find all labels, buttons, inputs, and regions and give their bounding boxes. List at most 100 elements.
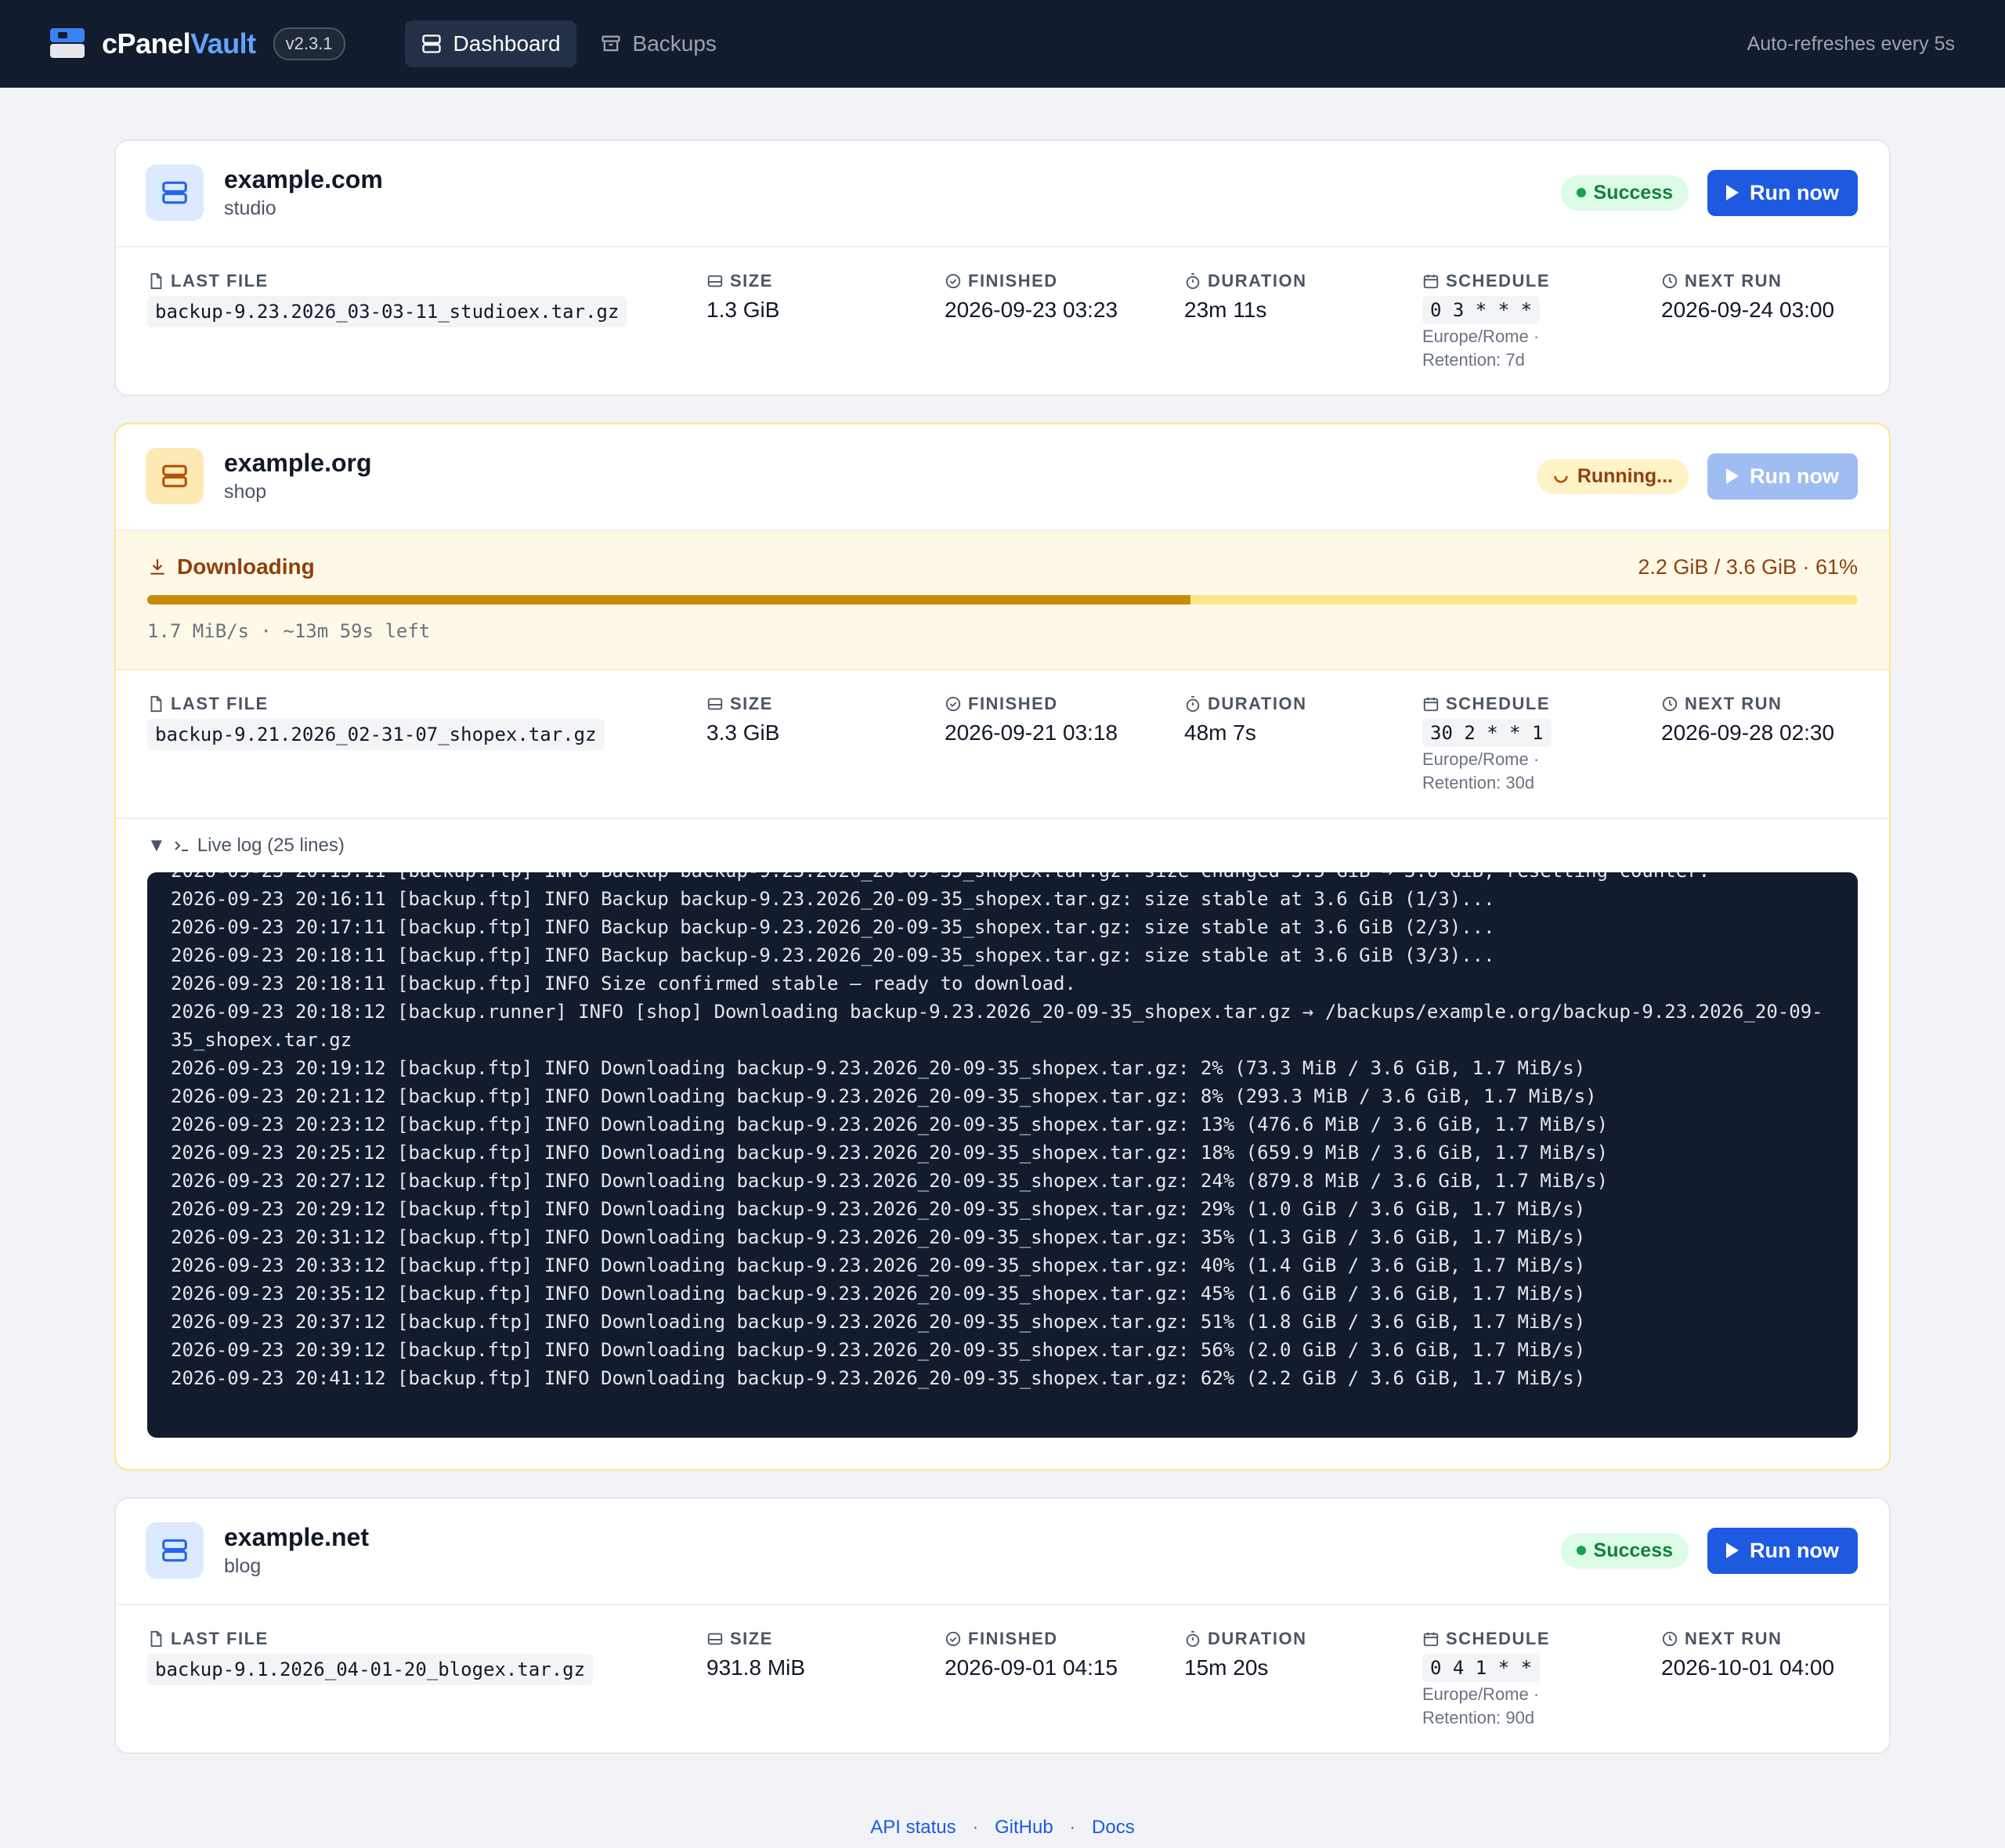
check-circle-icon (945, 273, 961, 289)
site-domain: example.net (224, 1523, 369, 1551)
finished-label: FINISHED (945, 694, 1184, 714)
size-value: 1.3 GiB (706, 298, 780, 322)
status-badge: Running... (1536, 458, 1689, 494)
status-dot-icon (1576, 188, 1586, 197)
duration-value: 15m 20s (1184, 1655, 1269, 1680)
size-label: SIZE (706, 1629, 945, 1649)
next-run-label: NEXT RUN (1661, 271, 1858, 291)
schedule-timezone: Europe/Rome · (1422, 749, 1540, 769)
log-line: 2026-09-23 20:17:11 [backup.ftp] INFO Ba… (171, 916, 1495, 938)
schedule-retention: Retention: 7d (1422, 350, 1525, 370)
next-run-value: 2026-09-28 02:30 (1661, 720, 1835, 745)
duration-label: DURATION (1184, 1629, 1422, 1649)
last-file-label: LAST FILE (147, 694, 706, 714)
brand-name-main: cPanel (102, 27, 191, 60)
next-run-label: NEXT RUN (1661, 1629, 1858, 1649)
duration-value: 23m 11s (1184, 298, 1267, 322)
run-now-label: Run now (1750, 464, 1839, 488)
calendar-icon (1423, 1632, 1439, 1647)
drive-icon (707, 1633, 723, 1645)
log-line: 2026-09-23 20:37:12 [backup.ftp] INFO Do… (171, 1311, 1586, 1333)
footer-link-docs[interactable]: Docs (1092, 1817, 1135, 1838)
status-badge-label: Success (1593, 181, 1674, 204)
log-line: 2026-09-23 20:39:12 [backup.ftp] INFO Do… (171, 1339, 1586, 1361)
schedule-cron: 0 3 * * * (1422, 296, 1541, 324)
drive-icon (707, 698, 723, 710)
run-now-label: Run now (1750, 1538, 1839, 1562)
nav-backups-label: Backups (632, 31, 717, 56)
finished-label: FINISHED (945, 1629, 1184, 1649)
stopwatch-icon (1186, 695, 1200, 713)
clock-icon (1662, 273, 1678, 289)
log-line: 2026-09-23 20:31:12 [backup.ftp] INFO Do… (171, 1226, 1586, 1248)
status-badge-label: Success (1593, 1539, 1674, 1561)
schedule-label: SCHEDULE (1422, 271, 1661, 291)
backup-details: LAST FILE backup-9.23.2026_03-03-11_stud… (116, 247, 1889, 395)
size-label: SIZE (706, 271, 945, 291)
file-icon (150, 1630, 162, 1648)
size-label: SIZE (706, 694, 945, 714)
live-log-output[interactable]: 2026-09-23 20:15:11 [backup.ftp] INFO Ba… (147, 872, 1858, 1438)
schedule-label: SCHEDULE (1422, 1629, 1661, 1649)
archive-icon (601, 35, 620, 52)
run-now-label: Run now (1750, 180, 1839, 204)
site-card-header: example.com studio Success Run now (116, 141, 1889, 247)
log-line: 2026-09-23 20:27:12 [backup.ftp] INFO Do… (171, 1170, 1609, 1192)
run-now-button[interactable]: Run now (1707, 1527, 1858, 1574)
log-line: 2026-09-23 20:23:12 [backup.ftp] INFO Do… (171, 1113, 1609, 1135)
auto-refresh-note: Auto-refreshes every 5s (1747, 32, 1955, 55)
download-icon (150, 559, 164, 575)
footer: API status · GitHub · Docs (114, 1817, 1891, 1839)
log-line: 2026-09-23 20:29:12 [backup.ftp] INFO Do… (171, 1198, 1586, 1220)
version-badge: v2.3.1 (273, 27, 345, 60)
file-icon (150, 273, 162, 290)
file-icon (150, 695, 162, 713)
run-now-button[interactable]: Run now (1707, 453, 1858, 500)
finished-label: FINISHED (945, 271, 1184, 291)
log-lines: 2026-09-23 20:15:11 [backup.ftp] INFO Ba… (171, 872, 1834, 1392)
clock-icon (1662, 696, 1678, 712)
site-card: example.com studio Success Run now LAST … (114, 139, 1891, 396)
footer-link-api-status[interactable]: API status (870, 1817, 956, 1838)
finished-value: 2026-09-21 03:18 (945, 720, 1118, 745)
stopwatch-icon (1186, 273, 1200, 290)
nav-backups[interactable]: Backups (584, 20, 732, 67)
server-icon (162, 464, 187, 488)
progress-amount: 2.2 GiB / 3.6 GiB · 61% (1638, 554, 1858, 579)
footer-link-github[interactable]: GitHub (995, 1817, 1053, 1838)
main-content: example.com studio Success Run now LAST … (0, 88, 2005, 1839)
terminal-icon (175, 841, 188, 851)
caret-down-icon: ▼ (147, 835, 166, 856)
log-line: 2026-09-23 20:35:12 [backup.ftp] INFO Do… (171, 1283, 1586, 1305)
top-bar: cPanelVault v2.3.1 Dashboard Backups Aut… (0, 0, 2005, 88)
site-domain: example.com (224, 165, 383, 193)
status-badge-label: Running... (1577, 464, 1674, 487)
nav-dashboard[interactable]: Dashboard (404, 20, 576, 67)
download-progress: Downloading 2.2 GiB / 3.6 GiB · 61% 1.7 … (116, 531, 1889, 670)
run-now-button[interactable]: Run now (1707, 169, 1858, 216)
site-icon (146, 1522, 204, 1579)
status-dot-icon (1576, 1546, 1586, 1555)
check-circle-icon (945, 1631, 961, 1647)
backup-details: LAST FILE backup-9.21.2026_02-31-07_shop… (116, 670, 1889, 818)
live-log-toggle[interactable]: ▼ Live log (25 lines) (147, 835, 1858, 857)
size-value: 3.3 GiB (706, 720, 780, 745)
server-icon (421, 34, 441, 53)
log-line: 2026-09-23 20:25:12 [backup.ftp] INFO Do… (171, 1142, 1609, 1164)
status-badge: Success (1560, 1532, 1689, 1568)
site-account: blog (224, 1555, 262, 1577)
next-run-value: 2026-10-01 04:00 (1661, 1655, 1835, 1680)
finished-value: 2026-09-23 03:23 (945, 298, 1118, 322)
brand[interactable]: cPanelVault v2.3.1 (50, 27, 345, 60)
log-line: 2026-09-23 20:41:12 [backup.ftp] INFO Do… (171, 1367, 1586, 1389)
log-line: 2026-09-23 20:16:11 [backup.ftp] INFO Ba… (171, 888, 1495, 910)
log-line: 2026-09-23 20:21:12 [backup.ftp] INFO Do… (171, 1085, 1597, 1107)
spinner-icon (1554, 475, 1568, 483)
last-file-value: backup-9.1.2026_04-01-20_blogex.tar.gz (147, 1654, 594, 1685)
duration-value: 48m 7s (1184, 720, 1256, 745)
progress-title-label: Downloading (177, 554, 315, 579)
log-line: 2026-09-23 20:18:12 [backup.runner] INFO… (171, 1001, 1823, 1051)
last-file-value: backup-9.23.2026_03-03-11_studioex.tar.g… (147, 296, 627, 327)
brand-name: cPanelVault (102, 27, 256, 60)
nav-dashboard-label: Dashboard (453, 31, 561, 56)
